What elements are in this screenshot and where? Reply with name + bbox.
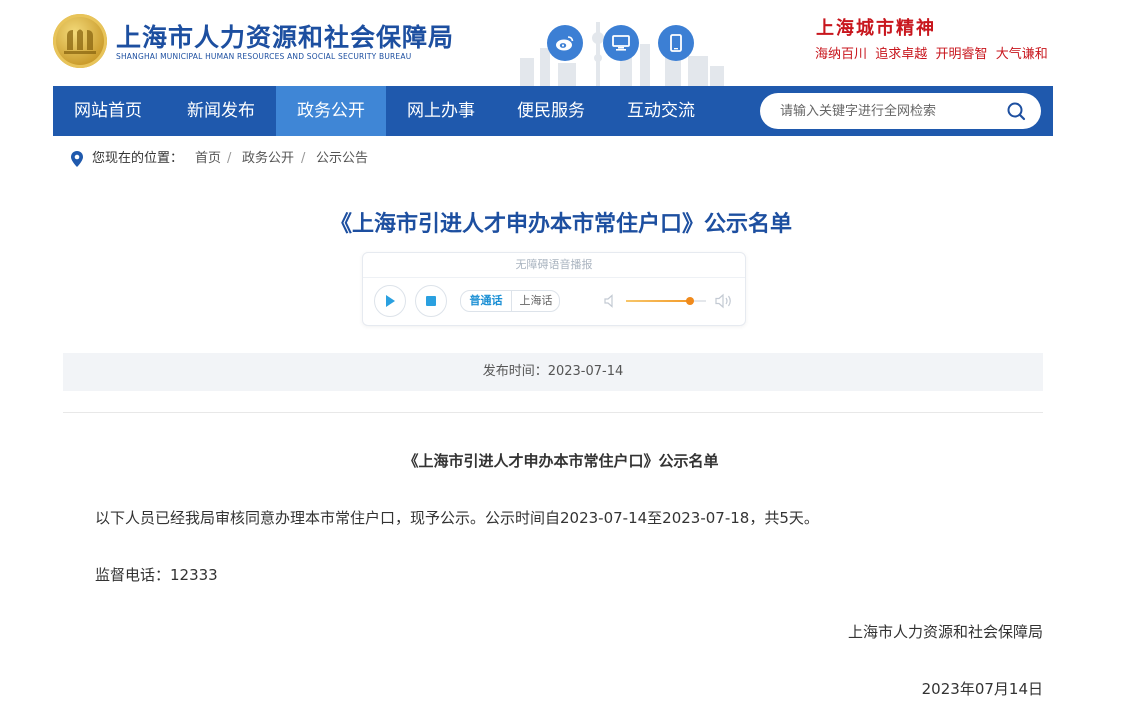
city-spirit-motto: 海纳百川 追求卓越 开明睿智 大气谦和 [815,47,1048,62]
city-spirit-title: 上海城市精神 [816,18,936,39]
breadcrumb-notices[interactable]: 公示公告 [316,150,368,168]
nav-item-gov-affairs[interactable]: 政务公开 [276,86,386,136]
bureau-logo-emblem [53,14,107,68]
breadcrumb-prefix: 您现在的位置： [92,151,184,166]
nav-item-public-services[interactable]: 便民服务 [496,86,606,136]
search-input[interactable] [780,93,1000,129]
article-sign-date: 2023年07月14日 [921,680,1043,698]
search-icon[interactable] [1006,101,1026,121]
article-signature: 上海市人力资源和社会保障局 [847,623,1043,641]
mobile-icon[interactable] [658,25,694,61]
stop-button[interactable] [415,285,447,317]
logo-mark-icon [64,29,96,54]
site-search [760,93,1041,129]
play-icon [386,295,395,307]
breadcrumb-home[interactable]: 首页 [195,150,221,168]
volume-fill [626,300,690,302]
page-title: 《上海市引进人才申办本市常住户口》公示名单 [329,212,792,237]
publish-date-label: 发布时间： [482,364,548,379]
article-title: 《上海市引进人才申办本市常住户口》公示名单 [403,452,719,470]
volume-low-icon[interactable] [604,294,616,308]
desktop-icon[interactable] [603,25,639,61]
nav-item-interaction[interactable]: 互动交流 [606,86,716,136]
article-phone-line: 监督电话：12333 [95,566,218,584]
breadcrumb-gov-affairs[interactable]: 政务公开 [242,150,294,168]
nav-item-news[interactable]: 新闻发布 [166,86,276,136]
location-pin-icon [71,151,83,167]
bureau-name-en: SHANGHAI MUNICIPAL HUMAN RESOURCES AND S… [116,52,412,61]
volume-handle[interactable] [686,297,694,305]
player-header: 无障碍语音播报 [363,253,745,278]
bureau-name-cn[interactable]: 上海市人力资源和社会保障局 [116,18,454,54]
language-toggle: 普通话 上海话 [460,290,560,312]
stop-icon [426,296,436,306]
play-button[interactable] [374,285,406,317]
publish-date-bar: 发布时间：2023-07-14 [63,353,1043,391]
nav-item-home[interactable]: 网站首页 [53,86,163,136]
content-divider [63,412,1043,413]
breadcrumb-separator: / [301,151,306,166]
volume-high-icon[interactable] [715,293,733,309]
article-paragraph: 以下人员已经我局审核同意办理本市常住户口，现予公示。公示时间自2023-07-1… [95,509,819,527]
accessible-audio-player: 无障碍语音播报 普通话 上海话 [362,252,746,326]
weibo-icon[interactable] [547,25,583,61]
breadcrumb-separator: / [227,151,232,166]
volume-slider[interactable] [626,297,706,305]
lang-option-shanghainese[interactable]: 上海话 [511,291,559,311]
publish-date-value: 2023-07-14 [547,364,624,379]
lang-option-mandarin[interactable]: 普通话 [461,291,511,311]
nav-item-online-services[interactable]: 网上办事 [386,86,496,136]
